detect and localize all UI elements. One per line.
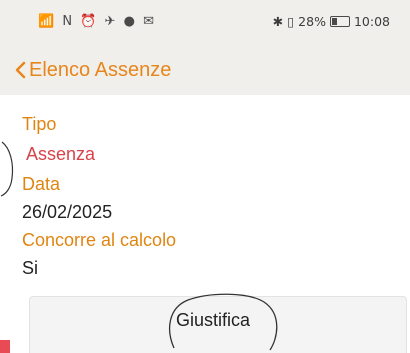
field-label-data: Data [22, 174, 61, 194]
field-value-data: 26/02/2025 [22, 202, 113, 222]
field-value-tipo: Assenza [26, 144, 96, 164]
bluetooth-icon: ✱ [272, 14, 284, 29]
vibrate-icon: ▯ [287, 14, 295, 29]
mail-icon: ✉ [143, 14, 156, 29]
chevron-left-icon [15, 61, 26, 79]
back-label: Elenco Assenze [29, 58, 172, 81]
alarm-icon: ⏰ [80, 14, 99, 29]
field-label-concorre: Concorre al calcolo [22, 230, 177, 250]
back-link[interactable]: Elenco Assenze [14, 55, 171, 85]
nfc-icon: N [62, 14, 75, 29]
battery-icon [329, 16, 350, 27]
screen: 📶 N ⏰ ✈ ● ✉ ✱ ▯ 28% 10:08 Elenco Assenze… [0, 0, 410, 353]
battery-percentage: 28% [298, 14, 326, 29]
justify-button[interactable]: Giustifica [176, 310, 250, 331]
clock: 10:08 [353, 14, 390, 29]
airplane-icon: ✈ [104, 14, 118, 29]
red-marker [0, 340, 10, 353]
signal-icon: 📶 [38, 14, 57, 29]
field-label-tipo: Tipo [22, 114, 57, 134]
field-value-concorre: Si [22, 258, 39, 278]
status-bar-right: ✱ ▯ 28% 10:08 [273, 14, 390, 29]
record-icon: ● [123, 14, 137, 29]
status-icons: 📶 N ⏰ ✈ ● ✉ [38, 14, 156, 29]
top-bar: 📶 N ⏰ ✈ ● ✉ ✱ ▯ 28% 10:08 Elenco Assenze [0, 0, 410, 95]
hand-drawn-bracket [0, 141, 14, 197]
